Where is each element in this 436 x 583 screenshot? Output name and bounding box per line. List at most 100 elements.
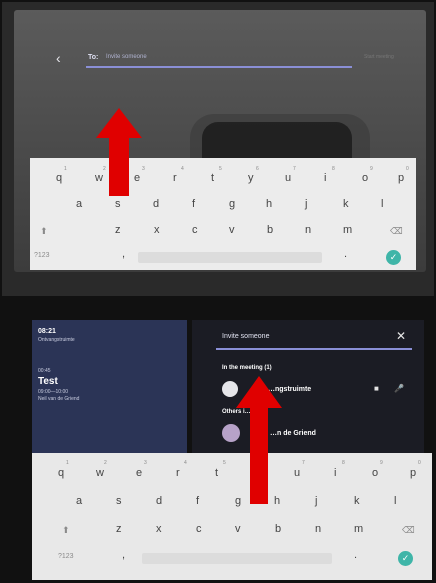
key-f[interactable]: f <box>196 495 199 507</box>
key-a[interactable]: a <box>76 198 82 210</box>
key-v[interactable]: v <box>229 224 235 236</box>
up-arrow-annotation <box>236 376 282 504</box>
microphone-icon[interactable]: 🎤 <box>394 384 404 393</box>
top-photo: ‹ To: Invite someone Start meeting q w e… <box>0 0 436 298</box>
key-comma[interactable]: , <box>122 549 125 561</box>
key-hint: 4 <box>181 166 184 172</box>
input-underline <box>86 66 352 68</box>
key-hint: 3 <box>144 460 147 466</box>
spacebar[interactable] <box>138 252 322 263</box>
key-k[interactable]: k <box>354 495 360 507</box>
symbols-key[interactable]: ?123 <box>58 553 74 560</box>
key-hint: 5 <box>223 460 226 466</box>
key-a[interactable]: a <box>76 495 82 507</box>
key-d[interactable]: d <box>156 495 162 507</box>
key-p[interactable]: p <box>398 172 404 184</box>
key-u[interactable]: u <box>285 172 291 184</box>
key-hint: 6 <box>256 166 259 172</box>
key-r[interactable]: r <box>173 172 177 184</box>
key-hint: 1 <box>66 460 69 466</box>
key-s[interactable]: s <box>116 495 122 507</box>
key-m[interactable]: m <box>354 523 363 535</box>
key-hint: 5 <box>219 166 222 172</box>
meeting-elapsed: 00:45 <box>38 368 51 374</box>
key-hint: 7 <box>302 460 305 466</box>
key-period[interactable]: . <box>354 549 357 561</box>
key-c[interactable]: c <box>196 523 202 535</box>
key-t[interactable]: t <box>211 172 214 184</box>
key-m[interactable]: m <box>343 224 352 236</box>
key-c[interactable]: c <box>192 224 198 236</box>
close-icon[interactable]: ✕ <box>396 329 406 343</box>
search-underline <box>216 348 412 350</box>
meeting-organizer: Neil van de Griend <box>38 396 80 402</box>
key-t[interactable]: t <box>215 467 218 479</box>
onscreen-keyboard: q w e r t y u i o p 1 2 3 4 5 6 7 8 9 0 … <box>32 453 432 580</box>
key-z[interactable]: z <box>115 224 121 236</box>
start-meeting-button[interactable]: Start meeting <box>364 54 394 60</box>
key-l[interactable]: l <box>394 495 396 507</box>
key-z[interactable]: z <box>116 523 122 535</box>
key-b[interactable]: b <box>267 224 273 236</box>
key-f[interactable]: f <box>192 198 195 210</box>
key-h[interactable]: h <box>266 198 272 210</box>
key-n[interactable]: n <box>315 523 321 535</box>
key-q[interactable]: q <box>58 467 64 479</box>
key-g[interactable]: g <box>229 198 235 210</box>
shift-icon[interactable]: ⬆ <box>40 226 48 237</box>
key-o[interactable]: o <box>362 172 368 184</box>
key-period[interactable]: . <box>344 248 347 260</box>
invite-input[interactable]: Invite someone <box>106 54 147 60</box>
key-hint: 0 <box>406 166 409 172</box>
backspace-icon[interactable]: ⌫ <box>402 525 415 536</box>
key-hint: 9 <box>370 166 373 172</box>
key-hint: 3 <box>142 166 145 172</box>
bottom-photo: 08:21 Ontvangstruimte 00:45 Test 09:00—1… <box>0 298 436 583</box>
to-label: To: <box>88 54 99 61</box>
key-s[interactable]: s <box>115 198 121 210</box>
key-d[interactable]: d <box>153 198 159 210</box>
key-hint: 8 <box>342 460 345 466</box>
shift-icon[interactable]: ⬆ <box>62 525 70 536</box>
enter-checkmark-icon[interactable]: ✓ <box>398 551 413 566</box>
key-hint: 0 <box>418 460 421 466</box>
key-hint: 1 <box>64 166 67 172</box>
key-l[interactable]: l <box>381 198 383 210</box>
key-n[interactable]: n <box>305 224 311 236</box>
key-x[interactable]: x <box>156 523 162 535</box>
key-hint: 7 <box>293 166 296 172</box>
up-arrow-annotation <box>96 108 142 196</box>
key-q[interactable]: q <box>56 172 62 184</box>
key-b[interactable]: b <box>275 523 281 535</box>
enter-checkmark-icon[interactable]: ✓ <box>386 250 401 265</box>
key-j[interactable]: j <box>305 198 307 210</box>
key-r[interactable]: r <box>176 467 180 479</box>
key-hint: 8 <box>332 166 335 172</box>
key-comma[interactable]: , <box>122 248 125 260</box>
room-name: Ontvangstruimte <box>38 337 75 343</box>
key-j[interactable]: j <box>315 495 317 507</box>
symbols-key[interactable]: ?123 <box>34 252 50 259</box>
key-o[interactable]: o <box>372 467 378 479</box>
backspace-icon[interactable]: ⌫ <box>390 226 403 237</box>
back-chevron-icon[interactable]: ‹ <box>56 50 61 66</box>
in-meeting-header: In the meeting (1) <box>222 365 272 371</box>
key-hint: 4 <box>184 460 187 466</box>
key-hint: 9 <box>380 460 383 466</box>
spacebar[interactable] <box>142 553 332 564</box>
clock-time: 08:21 <box>38 328 56 335</box>
key-i[interactable]: i <box>334 467 336 479</box>
key-u[interactable]: u <box>294 467 300 479</box>
meeting-time-range: 09:00—10:00 <box>38 389 69 395</box>
key-i[interactable]: i <box>324 172 326 184</box>
key-y[interactable]: y <box>248 172 254 184</box>
key-w[interactable]: w <box>96 467 104 479</box>
camera-icon[interactable]: ■ <box>374 384 379 393</box>
key-k[interactable]: k <box>343 198 349 210</box>
key-x[interactable]: x <box>154 224 160 236</box>
meeting-title: Test <box>38 376 58 387</box>
key-e[interactable]: e <box>136 467 142 479</box>
key-p[interactable]: p <box>410 467 416 479</box>
key-v[interactable]: v <box>235 523 241 535</box>
invite-search-input[interactable]: Invite someone <box>222 333 269 340</box>
